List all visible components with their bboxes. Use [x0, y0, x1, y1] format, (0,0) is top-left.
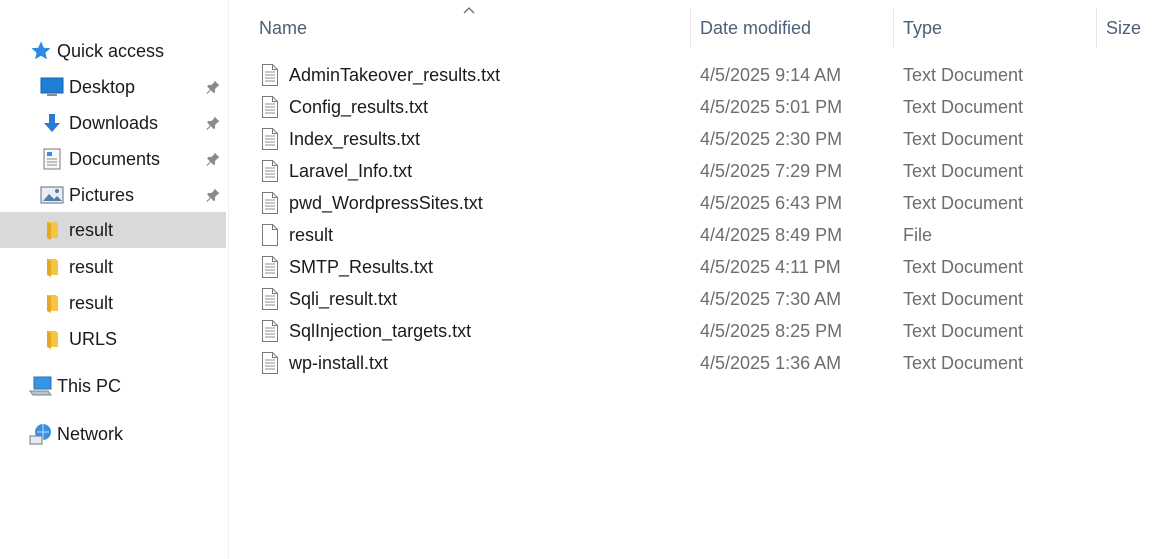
text-file-icon — [262, 256, 278, 278]
text-file-icon — [262, 96, 278, 118]
text-file-icon — [262, 192, 278, 214]
file-row[interactable]: SMTP_Results.txt 4/5/2025 4:11 PM Text D… — [253, 251, 1161, 283]
pin-icon[interactable] — [204, 78, 222, 96]
file-type: Text Document — [903, 129, 1024, 149]
file-type: Text Document — [903, 321, 1024, 341]
nav-label: Network — [57, 423, 124, 444]
folder-icon — [40, 292, 64, 314]
network-icon — [29, 423, 53, 445]
file-row[interactable]: SqlInjection_targets.txt 4/5/2025 8:25 P… — [253, 315, 1161, 347]
file-date-modified: 4/5/2025 8:25 PM — [700, 321, 843, 341]
column-header-size[interactable]: Size — [1106, 18, 1141, 39]
file-name: AdminTakeover_results.txt — [289, 65, 501, 85]
file-date-modified: 4/5/2025 4:11 PM — [700, 257, 841, 277]
nav-label: result — [69, 219, 114, 240]
file-row[interactable]: result 4/4/2025 8:49 PM File — [253, 219, 1161, 251]
file-type: Text Document — [903, 289, 1024, 309]
file-type: File — [903, 225, 933, 245]
nav-item-downloads[interactable]: Downloads — [0, 105, 226, 141]
pin-icon[interactable] — [204, 114, 222, 132]
nav-item-result-1[interactable]: result — [0, 212, 226, 248]
star-icon — [29, 40, 53, 62]
file-name: SqlInjection_targets.txt — [289, 321, 472, 341]
column-divider[interactable] — [893, 8, 894, 48]
folder-icon — [40, 256, 64, 278]
column-divider[interactable] — [1096, 8, 1097, 48]
computer-icon — [29, 375, 53, 397]
file-type: Text Document — [903, 65, 1024, 85]
file-type: Text Document — [903, 161, 1024, 181]
nav-label: Downloads — [69, 112, 159, 133]
pin-icon[interactable] — [204, 186, 222, 204]
file-row[interactable]: Index_results.txt 4/5/2025 2:30 PM Text … — [253, 123, 1161, 155]
nav-label: Quick access — [57, 40, 165, 61]
column-header-date-modified[interactable]: Date modified — [700, 18, 811, 39]
downloads-icon — [40, 112, 64, 134]
file-date-modified: 4/5/2025 5:01 PM — [700, 97, 843, 117]
nav-label: Documents — [69, 148, 161, 169]
text-file-icon — [262, 352, 278, 374]
file-name: pwd_WordpressSites.txt — [289, 193, 483, 213]
nav-label: This PC — [57, 375, 122, 396]
nav-label: result — [69, 292, 114, 313]
file-name: Sqli_result.txt — [289, 289, 398, 309]
nav-item-pictures[interactable]: Pictures — [0, 177, 226, 213]
nav-item-desktop[interactable]: Desktop — [0, 69, 226, 105]
file-type: Text Document — [903, 353, 1024, 373]
file-date-modified: 4/5/2025 6:43 PM — [700, 193, 843, 213]
documents-icon — [40, 148, 64, 170]
file-date-modified: 4/5/2025 7:30 AM — [700, 289, 842, 309]
file-type: Text Document — [903, 193, 1024, 213]
nav-item-result-3[interactable]: result — [0, 285, 226, 321]
nav-label: Desktop — [69, 76, 136, 97]
pictures-icon — [40, 184, 64, 206]
text-file-icon — [262, 160, 278, 182]
file-list-pane: Name Date modified Type Size AdminTakeov… — [229, 0, 1161, 559]
nav-item-result-2[interactable]: result — [0, 249, 226, 285]
file-date-modified: 4/5/2025 7:29 PM — [700, 161, 843, 181]
file-type: Text Document — [903, 257, 1024, 277]
nav-label: Pictures — [69, 184, 135, 205]
file-row[interactable]: Laravel_Info.txt 4/5/2025 7:29 PM Text D… — [253, 155, 1161, 187]
file-date-modified: 4/5/2025 1:36 AM — [700, 353, 842, 373]
file-name: Laravel_Info.txt — [289, 161, 413, 181]
blank-file-icon — [262, 224, 278, 246]
text-file-icon — [262, 288, 278, 310]
column-header-row: Name Date modified Type Size — [229, 0, 1161, 58]
column-header-name[interactable]: Name — [259, 18, 307, 39]
pin-icon[interactable] — [204, 150, 222, 168]
text-file-icon — [262, 64, 278, 86]
nav-item-urls[interactable]: URLS — [0, 321, 226, 357]
file-explorer-window: Quick access Desktop Downloads Documents… — [0, 0, 1161, 559]
desktop-icon — [40, 76, 64, 98]
file-row[interactable]: wp-install.txt 4/5/2025 1:36 AM Text Doc… — [253, 347, 1161, 379]
file-name: wp-install.txt — [289, 353, 389, 373]
nav-quick-access[interactable]: Quick access — [0, 33, 226, 69]
column-header-type[interactable]: Type — [903, 18, 942, 39]
folder-icon — [40, 219, 64, 241]
column-divider[interactable] — [690, 8, 691, 48]
file-date-modified: 4/5/2025 9:14 AM — [700, 65, 842, 85]
file-row[interactable]: Config_results.txt 4/5/2025 5:01 PM Text… — [253, 91, 1161, 123]
text-file-icon — [262, 320, 278, 342]
nav-label: result — [69, 256, 114, 277]
file-row[interactable]: Sqli_result.txt 4/5/2025 7:30 AM Text Do… — [253, 283, 1161, 315]
nav-item-documents[interactable]: Documents — [0, 141, 226, 177]
file-type: Text Document — [903, 97, 1024, 117]
file-name: Config_results.txt — [289, 97, 429, 117]
sort-ascending-icon — [463, 7, 475, 14]
navigation-pane: Quick access Desktop Downloads Documents… — [0, 0, 229, 559]
file-date-modified: 4/4/2025 8:49 PM — [700, 225, 843, 245]
file-name: Index_results.txt — [289, 129, 421, 149]
file-row[interactable]: pwd_WordpressSites.txt 4/5/2025 6:43 PM … — [253, 187, 1161, 219]
file-row[interactable]: AdminTakeover_results.txt 4/5/2025 9:14 … — [253, 59, 1161, 91]
nav-network[interactable]: Network — [0, 416, 226, 452]
file-name: result — [289, 225, 334, 245]
nav-this-pc[interactable]: This PC — [0, 368, 226, 404]
folder-icon — [40, 328, 64, 350]
file-name: SMTP_Results.txt — [289, 257, 434, 277]
file-date-modified: 4/5/2025 2:30 PM — [700, 129, 843, 149]
nav-label: URLS — [69, 328, 118, 349]
text-file-icon — [262, 128, 278, 150]
